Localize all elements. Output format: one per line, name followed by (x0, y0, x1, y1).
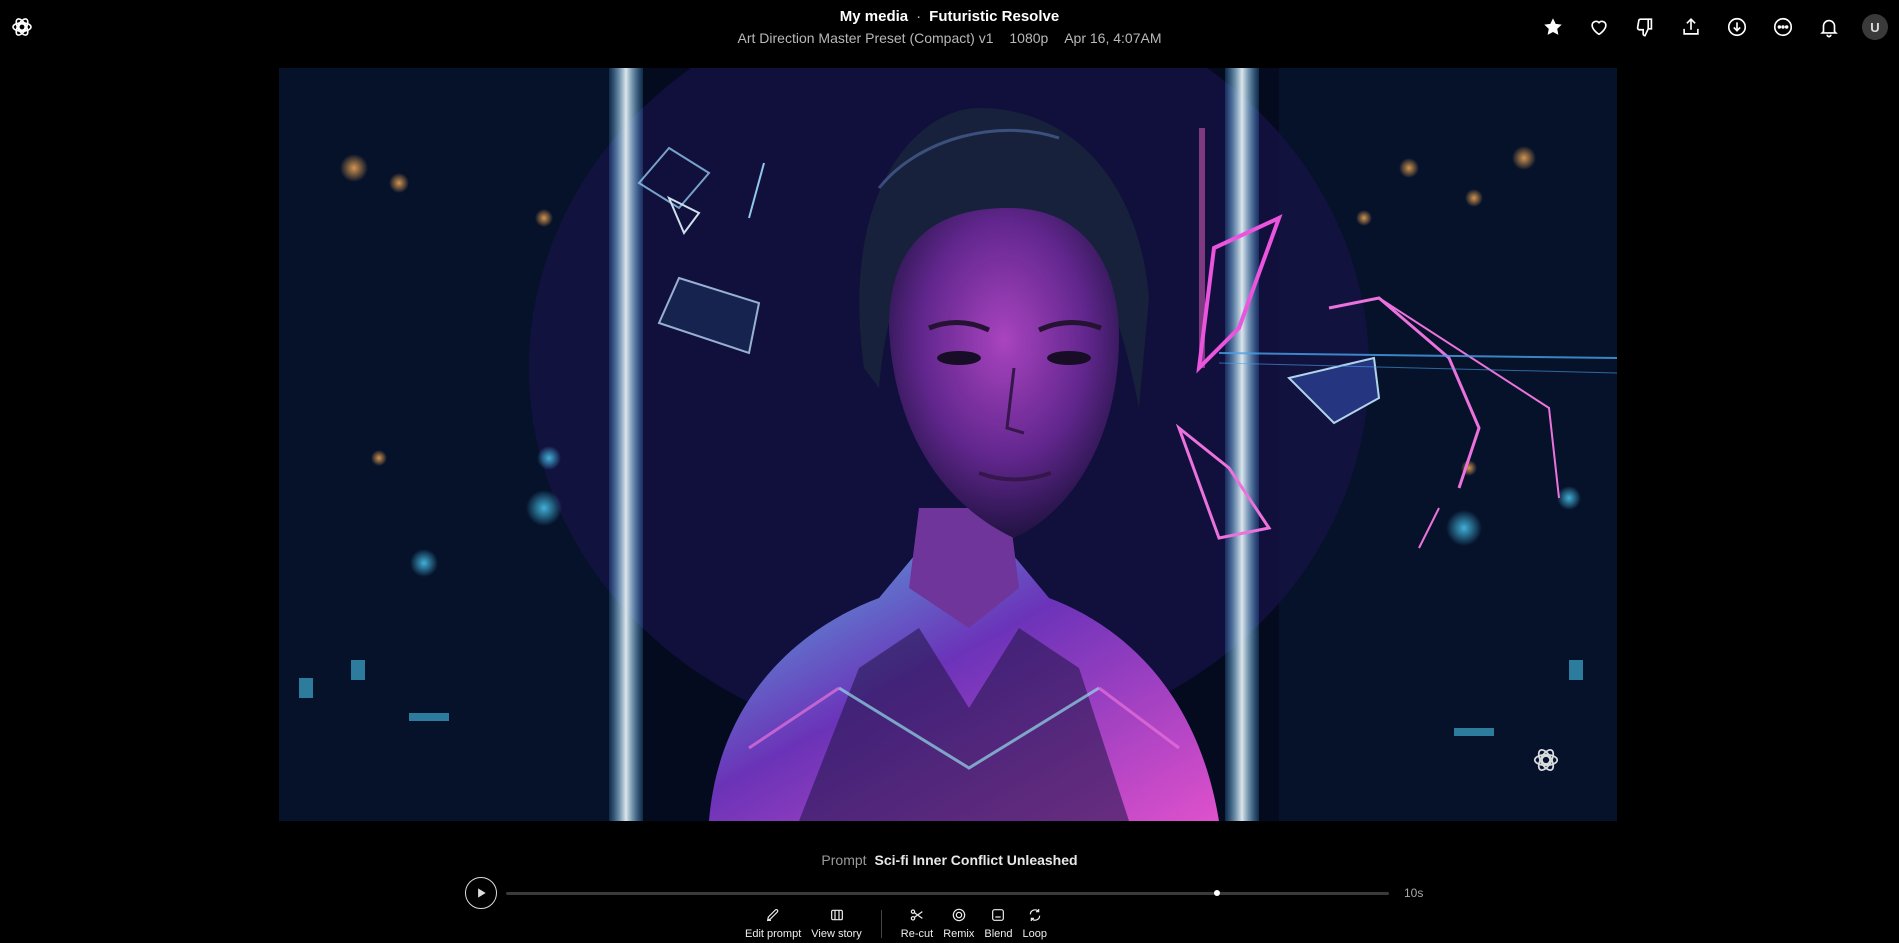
heart-icon[interactable] (1585, 13, 1613, 41)
header-actions: U (1539, 13, 1889, 41)
resolution-label: 1080p (1009, 30, 1049, 46)
edit-prompt-button[interactable]: Edit prompt (745, 905, 801, 940)
loop-icon (1026, 906, 1044, 924)
action-divider (880, 910, 882, 938)
prompt-text[interactable]: Sci-fi Inner Conflict Unleashed (875, 852, 1078, 868)
share-icon[interactable] (1677, 13, 1705, 41)
loop-button[interactable]: Loop (1023, 905, 1047, 940)
view-story-label: View story (811, 928, 862, 940)
timeline-scrubber[interactable] (506, 890, 1389, 896)
remix-icon (950, 906, 968, 924)
bell-icon[interactable] (1815, 13, 1843, 41)
loop-label: Loop (1022, 928, 1047, 940)
pencil-icon (764, 906, 782, 924)
breadcrumb-my-media[interactable]: My media (840, 8, 908, 25)
play-button[interactable] (465, 877, 497, 909)
re-cut-button[interactable]: Re-cut (901, 905, 933, 940)
play-icon (478, 888, 486, 898)
scissors-icon (908, 906, 926, 924)
thumbs-down-icon[interactable] (1631, 13, 1659, 41)
view-story-button[interactable]: View story (811, 905, 862, 940)
video-artwork (279, 68, 1617, 821)
re-cut-label: Re-cut (900, 928, 934, 940)
breadcrumb-separator: · (916, 8, 922, 25)
created-timestamp: Apr 16, 4:07AM (1064, 30, 1162, 46)
prompt-label: Prompt (821, 852, 867, 868)
remix-button[interactable]: Remix (943, 905, 974, 940)
video-frame[interactable] (279, 68, 1617, 821)
download-icon[interactable] (1723, 13, 1751, 41)
storyboard-icon (828, 906, 846, 924)
more-icon[interactable] (1769, 13, 1797, 41)
preset-name: Art Direction Master Preset (Compact) v1 (737, 30, 994, 46)
timeline-playhead[interactable] (1213, 890, 1220, 896)
action-bar: Edit prompt View story Re-cut Remix Blen… (740, 905, 1052, 943)
remix-label: Remix (943, 928, 975, 940)
user-avatar[interactable]: U (1861, 13, 1889, 41)
blend-button[interactable]: Blend (984, 905, 1013, 940)
media-title: Futuristic Resolve (929, 8, 1060, 25)
avatar-initial: U (1862, 14, 1888, 40)
star-icon[interactable] (1539, 13, 1567, 41)
blend-label: Blend (984, 928, 1013, 940)
duration-label: 10s (1404, 886, 1424, 900)
prompt-row: Prompt Sci-fi Inner Conflict Unleashed (0, 852, 1899, 868)
media-viewer-page: My media · Futuristic Resolve Art Directio… (0, 0, 1899, 943)
blend-icon (989, 906, 1007, 924)
edit-prompt-label: Edit prompt (745, 928, 802, 940)
openai-logo-icon (1531, 745, 1561, 775)
